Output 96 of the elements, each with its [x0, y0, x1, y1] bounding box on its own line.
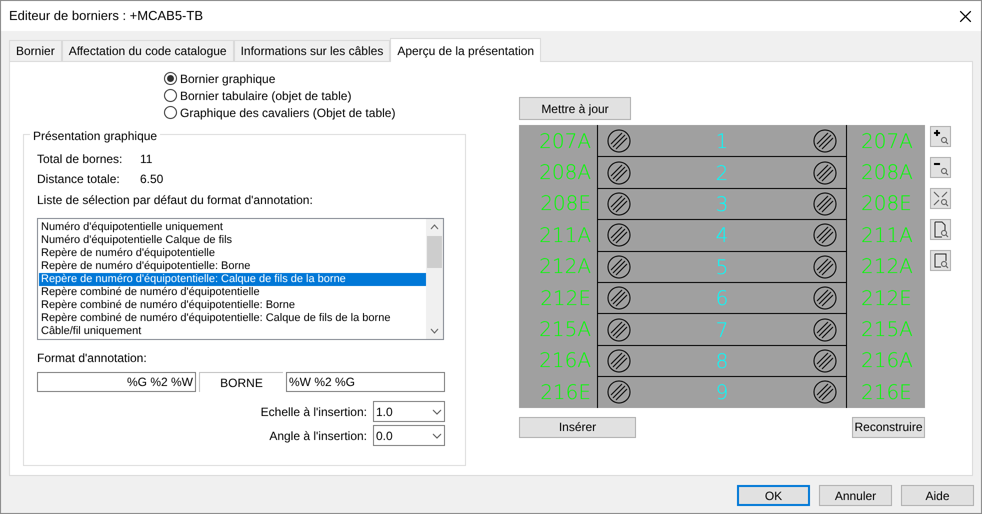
- list-item[interactable]: Repère combiné de numéro d'équipotentielle: [39, 286, 426, 299]
- terminal-number: 4: [716, 222, 728, 250]
- list-item[interactable]: Numéro d'équipotentielle Calque de fils: [39, 234, 426, 247]
- screw-icon: [812, 160, 837, 185]
- wire-label: 212E: [860, 284, 913, 312]
- wire-label: 211A: [538, 222, 592, 249]
- screw-icon: [607, 160, 631, 185]
- zoom-out-button[interactable]: [930, 157, 951, 178]
- terminal-number: 1: [716, 128, 728, 155]
- format-label-box: BORNE: [199, 372, 283, 392]
- insert-button[interactable]: Insérer: [519, 416, 636, 438]
- terminal-number: 8: [716, 348, 728, 375]
- radio-button[interactable]: [164, 72, 177, 85]
- window-title: Editeur de borniers : +MCAB5-TB: [9, 7, 203, 26]
- screw-icon: [607, 254, 631, 279]
- radio-option[interactable]: Bornier tabulaire (objet de table): [164, 88, 466, 103]
- screw-icon: [812, 286, 837, 310]
- wire-label: 216A: [860, 347, 914, 374]
- wire-label: 208E: [860, 190, 913, 218]
- tab[interactable]: Informations sur les câbles: [234, 40, 390, 61]
- stat-value: 6.50: [140, 171, 164, 188]
- wire-label: 212A: [538, 253, 592, 280]
- wire-label: 212A: [860, 253, 914, 280]
- dropdown[interactable]: 0.0: [373, 425, 445, 446]
- dialog-button[interactable]: Annuler: [819, 485, 892, 506]
- stat-label: Distance totale:: [37, 171, 121, 188]
- wire-label: 208A: [860, 159, 914, 186]
- zoom-in-icon: [931, 127, 950, 146]
- terminal-number: 6: [716, 285, 728, 312]
- radio-button[interactable]: [164, 89, 177, 102]
- close-icon[interactable]: [960, 10, 971, 22]
- wire-label: 216E: [539, 378, 592, 406]
- list-label: Liste de sélection par défaut du format d'annotation:: [37, 192, 314, 209]
- tab[interactable]: Bornier: [9, 40, 62, 61]
- wire-label: 207A: [538, 128, 592, 155]
- list-item[interactable]: Repère combiné de numéro d'équipotentielle: Calque de fils de la borne: [39, 312, 426, 325]
- stat-value: 11: [140, 151, 152, 168]
- insertion-label: Echelle à l'insertion:: [260, 404, 367, 420]
- zoom-extents-icon: [931, 189, 950, 208]
- window-zoom-button[interactable]: [930, 250, 951, 271]
- format-field[interactable]: %G %2 %W: [37, 372, 196, 392]
- screw-icon: [812, 223, 837, 248]
- screw-icon: [607, 192, 631, 216]
- zoom-extents-button[interactable]: [930, 188, 951, 209]
- list-item[interactable]: Repère de numéro d'équipotentielle: Calque de fils de la borne: [39, 273, 426, 286]
- list-item[interactable]: Repère de numéro d'équipotentielle: [39, 247, 426, 260]
- wire-label: 216E: [860, 378, 913, 406]
- terminal-number: 5: [716, 254, 728, 281]
- list-item[interactable]: Repère combiné de numéro d'équipotentielle: Borne: [39, 299, 426, 312]
- radio-button[interactable]: [164, 106, 177, 119]
- radio-option[interactable]: Graphique des cavaliers (Objet de table): [164, 105, 466, 120]
- format-label: Format d'annotation:: [37, 350, 148, 367]
- radio-option[interactable]: Bornier graphique: [164, 71, 466, 86]
- screw-icon: [812, 348, 837, 373]
- scrollbar[interactable]: [426, 219, 443, 339]
- terminal-number: 9: [716, 379, 728, 406]
- wire-label: 212E: [539, 284, 592, 312]
- format-field[interactable]: %W %2 %G: [286, 372, 445, 392]
- update-button[interactable]: Mettre à jour: [519, 97, 631, 120]
- tab[interactable]: Aperçu de la présentation: [390, 38, 542, 62]
- wire-label: 215A: [538, 316, 592, 344]
- dialog-button[interactable]: OK: [737, 485, 810, 506]
- wire-label: 207A: [860, 128, 914, 155]
- screw-icon: [607, 318, 631, 342]
- wire-label: 216A: [538, 347, 592, 374]
- chevron-icon: [432, 408, 442, 414]
- screw-icon: [607, 286, 631, 310]
- dialog-button[interactable]: Aide: [901, 485, 974, 506]
- screw-icon: [607, 223, 631, 248]
- list-item[interactable]: Câble/fil uniquement: [39, 325, 426, 338]
- screw-icon: [607, 380, 631, 404]
- wire-label: 215A: [860, 316, 914, 344]
- terminal-number: 3: [716, 190, 728, 218]
- wire-label: 208A: [538, 159, 592, 186]
- screw-icon: [812, 192, 837, 216]
- screw-icon: [607, 128, 631, 153]
- screw-icon: [812, 318, 837, 342]
- page-zoom-button[interactable]: [930, 219, 951, 240]
- terminal-number: 7: [716, 316, 728, 344]
- wire-label: 211A: [860, 222, 914, 249]
- zoom-in-button[interactable]: [930, 126, 951, 147]
- insertion-label: Angle à l'insertion:: [269, 428, 367, 444]
- list-item[interactable]: Numéro d'équipotentielle uniquement: [39, 221, 426, 234]
- dropdown[interactable]: 1.0: [373, 401, 445, 422]
- screw-icon: [812, 380, 837, 404]
- terminal-number: 2: [716, 160, 728, 187]
- stat-label: Total de bornes:: [37, 151, 124, 168]
- tab[interactable]: Affectation du code catalogue: [62, 40, 234, 61]
- scrollbar-thumb[interactable]: [427, 236, 442, 268]
- rebuild-button[interactable]: Reconstruire: [852, 416, 925, 438]
- screw-icon: [607, 348, 631, 373]
- screw-icon: [812, 254, 837, 279]
- screw-icon: [812, 128, 837, 153]
- chevron-icon: [432, 432, 442, 438]
- list-item[interactable]: Repère de numéro d'équipotentielle: Borne: [39, 260, 426, 273]
- wire-label: 208E: [539, 190, 592, 218]
